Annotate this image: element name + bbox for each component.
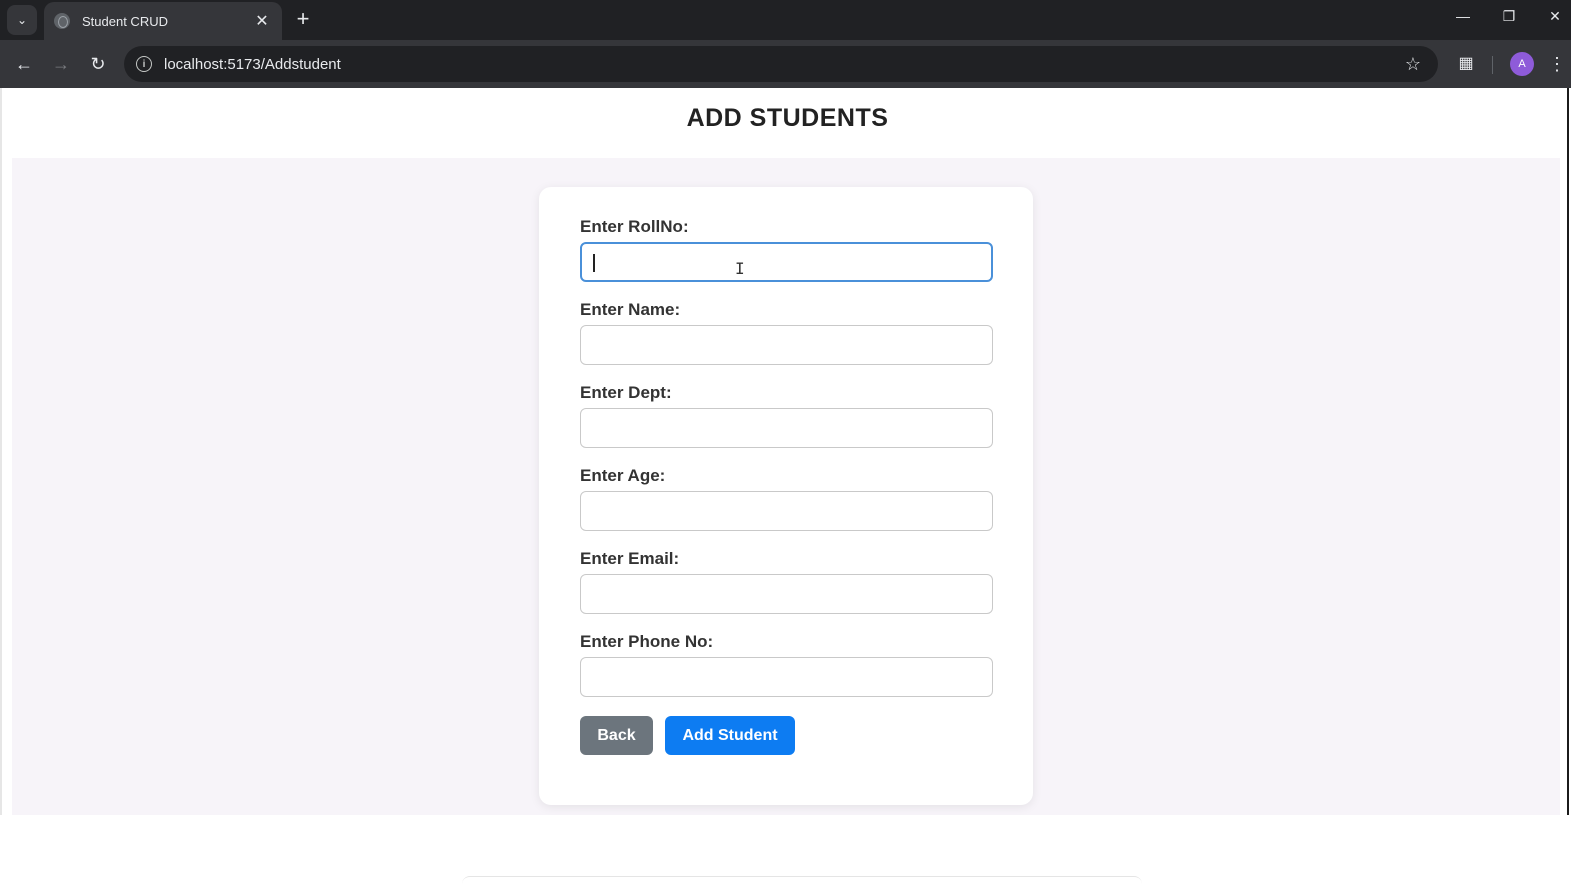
browser-menu-icon[interactable]: ⋮: [1548, 52, 1566, 76]
phone-input[interactable]: [580, 657, 993, 697]
next-card-edge: [462, 876, 1142, 885]
minimize-icon[interactable]: —: [1448, 8, 1478, 24]
page-title: ADD STUDENTS: [686, 104, 889, 132]
url-text[interactable]: localhost:5173/Addstudent: [164, 56, 1398, 73]
ibeam-cursor-icon: I: [735, 259, 745, 278]
name-label: Enter Name:: [580, 300, 681, 319]
toolbar-divider: [1492, 56, 1493, 74]
dept-input[interactable]: [580, 408, 993, 448]
new-tab-button[interactable]: +: [290, 8, 316, 32]
bookmark-star-icon[interactable]: ☆: [1398, 54, 1428, 75]
page-viewport: ADD STUDENTS Enter RollNo: I Enter Name:…: [0, 88, 1571, 877]
site-info-icon[interactable]: i: [136, 56, 152, 72]
reload-icon[interactable]: ↻: [86, 52, 110, 76]
rollno-label: Enter RollNo:: [580, 217, 689, 236]
dept-label: Enter Dept:: [580, 383, 672, 402]
back-button[interactable]: Back: [580, 716, 653, 755]
browser-toolbar: ← → ↻ i localhost:5173/Addstudent ☆ ▦ A …: [0, 40, 1571, 88]
browser-tab[interactable]: Student CRUD ✕: [44, 2, 282, 40]
extensions-puzzle-icon[interactable]: ▦: [1454, 52, 1478, 76]
back-arrow-icon[interactable]: ←: [12, 52, 36, 76]
globe-icon: [54, 13, 70, 29]
close-tab-icon[interactable]: ✕: [252, 11, 272, 31]
profile-avatar[interactable]: A: [1510, 52, 1534, 76]
forward-arrow-icon[interactable]: →: [49, 52, 73, 76]
tab-search-button[interactable]: ⌄: [7, 5, 37, 35]
age-input[interactable]: [580, 491, 993, 531]
email-label: Enter Email:: [580, 549, 680, 568]
restore-icon[interactable]: ❐: [1494, 8, 1524, 25]
form-section: Enter RollNo: I Enter Name: Enter Dept: …: [12, 158, 1560, 877]
rollno-input[interactable]: [580, 242, 993, 282]
add-student-button[interactable]: Add Student: [665, 716, 795, 755]
browser-tab-bar: ⌄ Student CRUD ✕ + — ❐ ✕: [0, 0, 1571, 40]
close-window-icon[interactable]: ✕: [1540, 8, 1570, 25]
text-caret: [593, 254, 595, 272]
tab-title: Student CRUD: [82, 13, 168, 29]
viewport-edge: [1567, 88, 1569, 815]
name-input[interactable]: [580, 325, 993, 365]
email-input[interactable]: [580, 574, 993, 614]
add-student-form: Enter RollNo: I Enter Name: Enter Dept: …: [539, 187, 1033, 805]
phone-label: Enter Phone No:: [580, 632, 714, 651]
address-bar[interactable]: i localhost:5173/Addstudent ☆: [124, 46, 1438, 82]
age-label: Enter Age:: [580, 466, 666, 485]
